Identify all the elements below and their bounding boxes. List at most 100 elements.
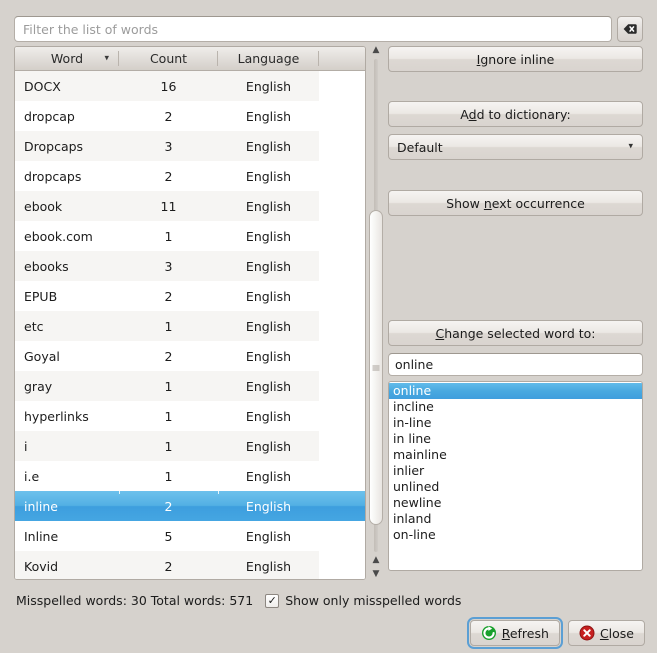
table-row[interactable]: inline2English [15, 491, 365, 521]
clear-filter-button[interactable] [617, 16, 643, 42]
cell-count: 1 [119, 469, 218, 484]
cell-word: Inline [15, 529, 119, 544]
cell-language: English [218, 559, 319, 574]
cell-count: 1 [119, 409, 218, 424]
add-to-dictionary-mnemonic: d [469, 107, 477, 122]
table-row[interactable]: hyperlinks1English [15, 401, 365, 431]
suggestion-item[interactable]: unlined [389, 479, 642, 495]
suggestion-item[interactable]: newline [389, 495, 642, 511]
cell-word: i [15, 439, 119, 454]
table-row[interactable]: ebook11English [15, 191, 365, 221]
suggestion-item[interactable]: in line [389, 431, 642, 447]
cell-word: i.e [15, 469, 119, 484]
cell-filler [319, 251, 365, 281]
column-header-count-label: Count [150, 51, 187, 66]
cell-language: English [218, 259, 319, 274]
scroll-up-arrow-icon[interactable]: ▲ [368, 44, 384, 57]
column-header-language[interactable]: Language [218, 47, 319, 70]
dialog-button-bar: Refresh Close [470, 620, 645, 646]
cell-language: English [218, 199, 319, 214]
cell-count: 3 [119, 259, 218, 274]
cell-filler [319, 71, 365, 101]
scrollbar-grip-icon [373, 365, 380, 370]
cell-language: English [218, 529, 319, 544]
table-row[interactable]: Goyal2English [15, 341, 365, 371]
suggestion-item[interactable]: in-line [389, 415, 642, 431]
cell-filler [319, 131, 365, 161]
table-row[interactable]: Inline5English [15, 521, 365, 551]
change-selected-word-button[interactable]: Change selected word to: [388, 320, 643, 346]
cell-filler [319, 521, 365, 551]
scroll-up-arrow-icon-bottom[interactable]: ▲ [368, 554, 384, 567]
word-count-status: Misspelled words: 30 Total words: 571 [16, 593, 253, 608]
cell-word: gray [15, 379, 119, 394]
add-to-dictionary-button[interactable]: Add to dictionary: [388, 101, 643, 127]
table-row[interactable]: Kovid2English [15, 551, 365, 580]
close-button[interactable]: Close [568, 620, 645, 646]
cell-language: English [218, 169, 319, 184]
dictionary-select[interactable]: Default ▾ [388, 134, 643, 160]
cell-count: 1 [119, 439, 218, 454]
cell-language: English [218, 469, 319, 484]
cell-word: EPUB [15, 289, 119, 304]
refresh-button[interactable]: Refresh [470, 620, 560, 646]
cell-language: English [218, 229, 319, 244]
table-row[interactable]: dropcap2English [15, 101, 365, 131]
cell-count: 1 [119, 319, 218, 334]
table-row[interactable]: EPUB2English [15, 281, 365, 311]
cell-word: dropcaps [15, 169, 119, 184]
filter-input[interactable] [14, 16, 612, 42]
word-table: Word ▾ Count Language DOCX16Englishdropc… [14, 46, 366, 580]
table-body: DOCX16Englishdropcap2EnglishDropcaps3Eng… [15, 71, 365, 579]
cell-word: ebook.com [15, 229, 119, 244]
cell-count: 11 [119, 199, 218, 214]
table-row[interactable]: etc1English [15, 311, 365, 341]
table-row[interactable]: gray1English [15, 371, 365, 401]
suggestion-item[interactable]: mainline [389, 447, 642, 463]
show-next-label-pre: Show [446, 196, 484, 211]
cell-word: inline [15, 499, 119, 514]
refresh-circular-arrow-icon [481, 625, 497, 641]
table-row[interactable]: ebook.com1English [15, 221, 365, 251]
suggestion-item[interactable]: inlier [389, 463, 642, 479]
cell-language: English [218, 439, 319, 454]
table-row[interactable]: Dropcaps3English [15, 131, 365, 161]
suggestion-item[interactable]: incline [389, 399, 642, 415]
scrollbar-thumb[interactable] [369, 210, 383, 525]
table-row[interactable]: i1English [15, 431, 365, 461]
cell-count: 2 [119, 109, 218, 124]
show-next-label-post: ext occurrence [492, 196, 585, 211]
table-row[interactable]: i.e1English [15, 461, 365, 491]
cell-count: 3 [119, 139, 218, 154]
table-row[interactable]: DOCX16English [15, 71, 365, 101]
suggestion-item[interactable]: on-line [389, 527, 642, 543]
show-only-misspelled-checkbox[interactable]: ✓ Show only misspelled words [265, 593, 461, 608]
refresh-mnemonic: R [502, 626, 510, 641]
table-row[interactable]: ebooks3English [15, 251, 365, 281]
cell-filler [319, 401, 365, 431]
status-bar: Misspelled words: 30 Total words: 571 ✓ … [16, 593, 461, 608]
chevron-down-icon: ▾ [628, 143, 633, 152]
suggestion-item[interactable]: inland [389, 511, 642, 527]
show-only-misspelled-label: Show only misspelled words [285, 593, 461, 608]
cell-word: Kovid [15, 559, 119, 574]
column-header-count[interactable]: Count [119, 47, 218, 70]
filter-row [14, 16, 643, 42]
suggestion-list[interactable]: onlineinclinein-linein linemainlineinlie… [388, 381, 643, 571]
suggestion-item[interactable]: online [389, 383, 642, 399]
ignore-button[interactable]: Ignore inline [388, 46, 643, 72]
table-header-row: Word ▾ Count Language [15, 47, 365, 71]
column-header-word-label: Word [51, 51, 83, 66]
word-table-scrollbar[interactable]: ▲ ▲ ▼ [368, 44, 384, 582]
cell-filler [319, 461, 365, 491]
show-next-occurrence-button[interactable]: Show next occurrence [388, 190, 643, 216]
dictionary-select-value: Default [397, 140, 443, 155]
scroll-down-arrow-icon[interactable]: ▼ [368, 568, 384, 581]
cell-language: English [218, 109, 319, 124]
column-header-word[interactable]: Word ▾ [15, 47, 119, 70]
cell-language: English [218, 139, 319, 154]
change-word-input[interactable] [388, 353, 643, 376]
cell-language: English [218, 409, 319, 424]
close-error-circle-icon [579, 625, 595, 641]
table-row[interactable]: dropcaps2English [15, 161, 365, 191]
